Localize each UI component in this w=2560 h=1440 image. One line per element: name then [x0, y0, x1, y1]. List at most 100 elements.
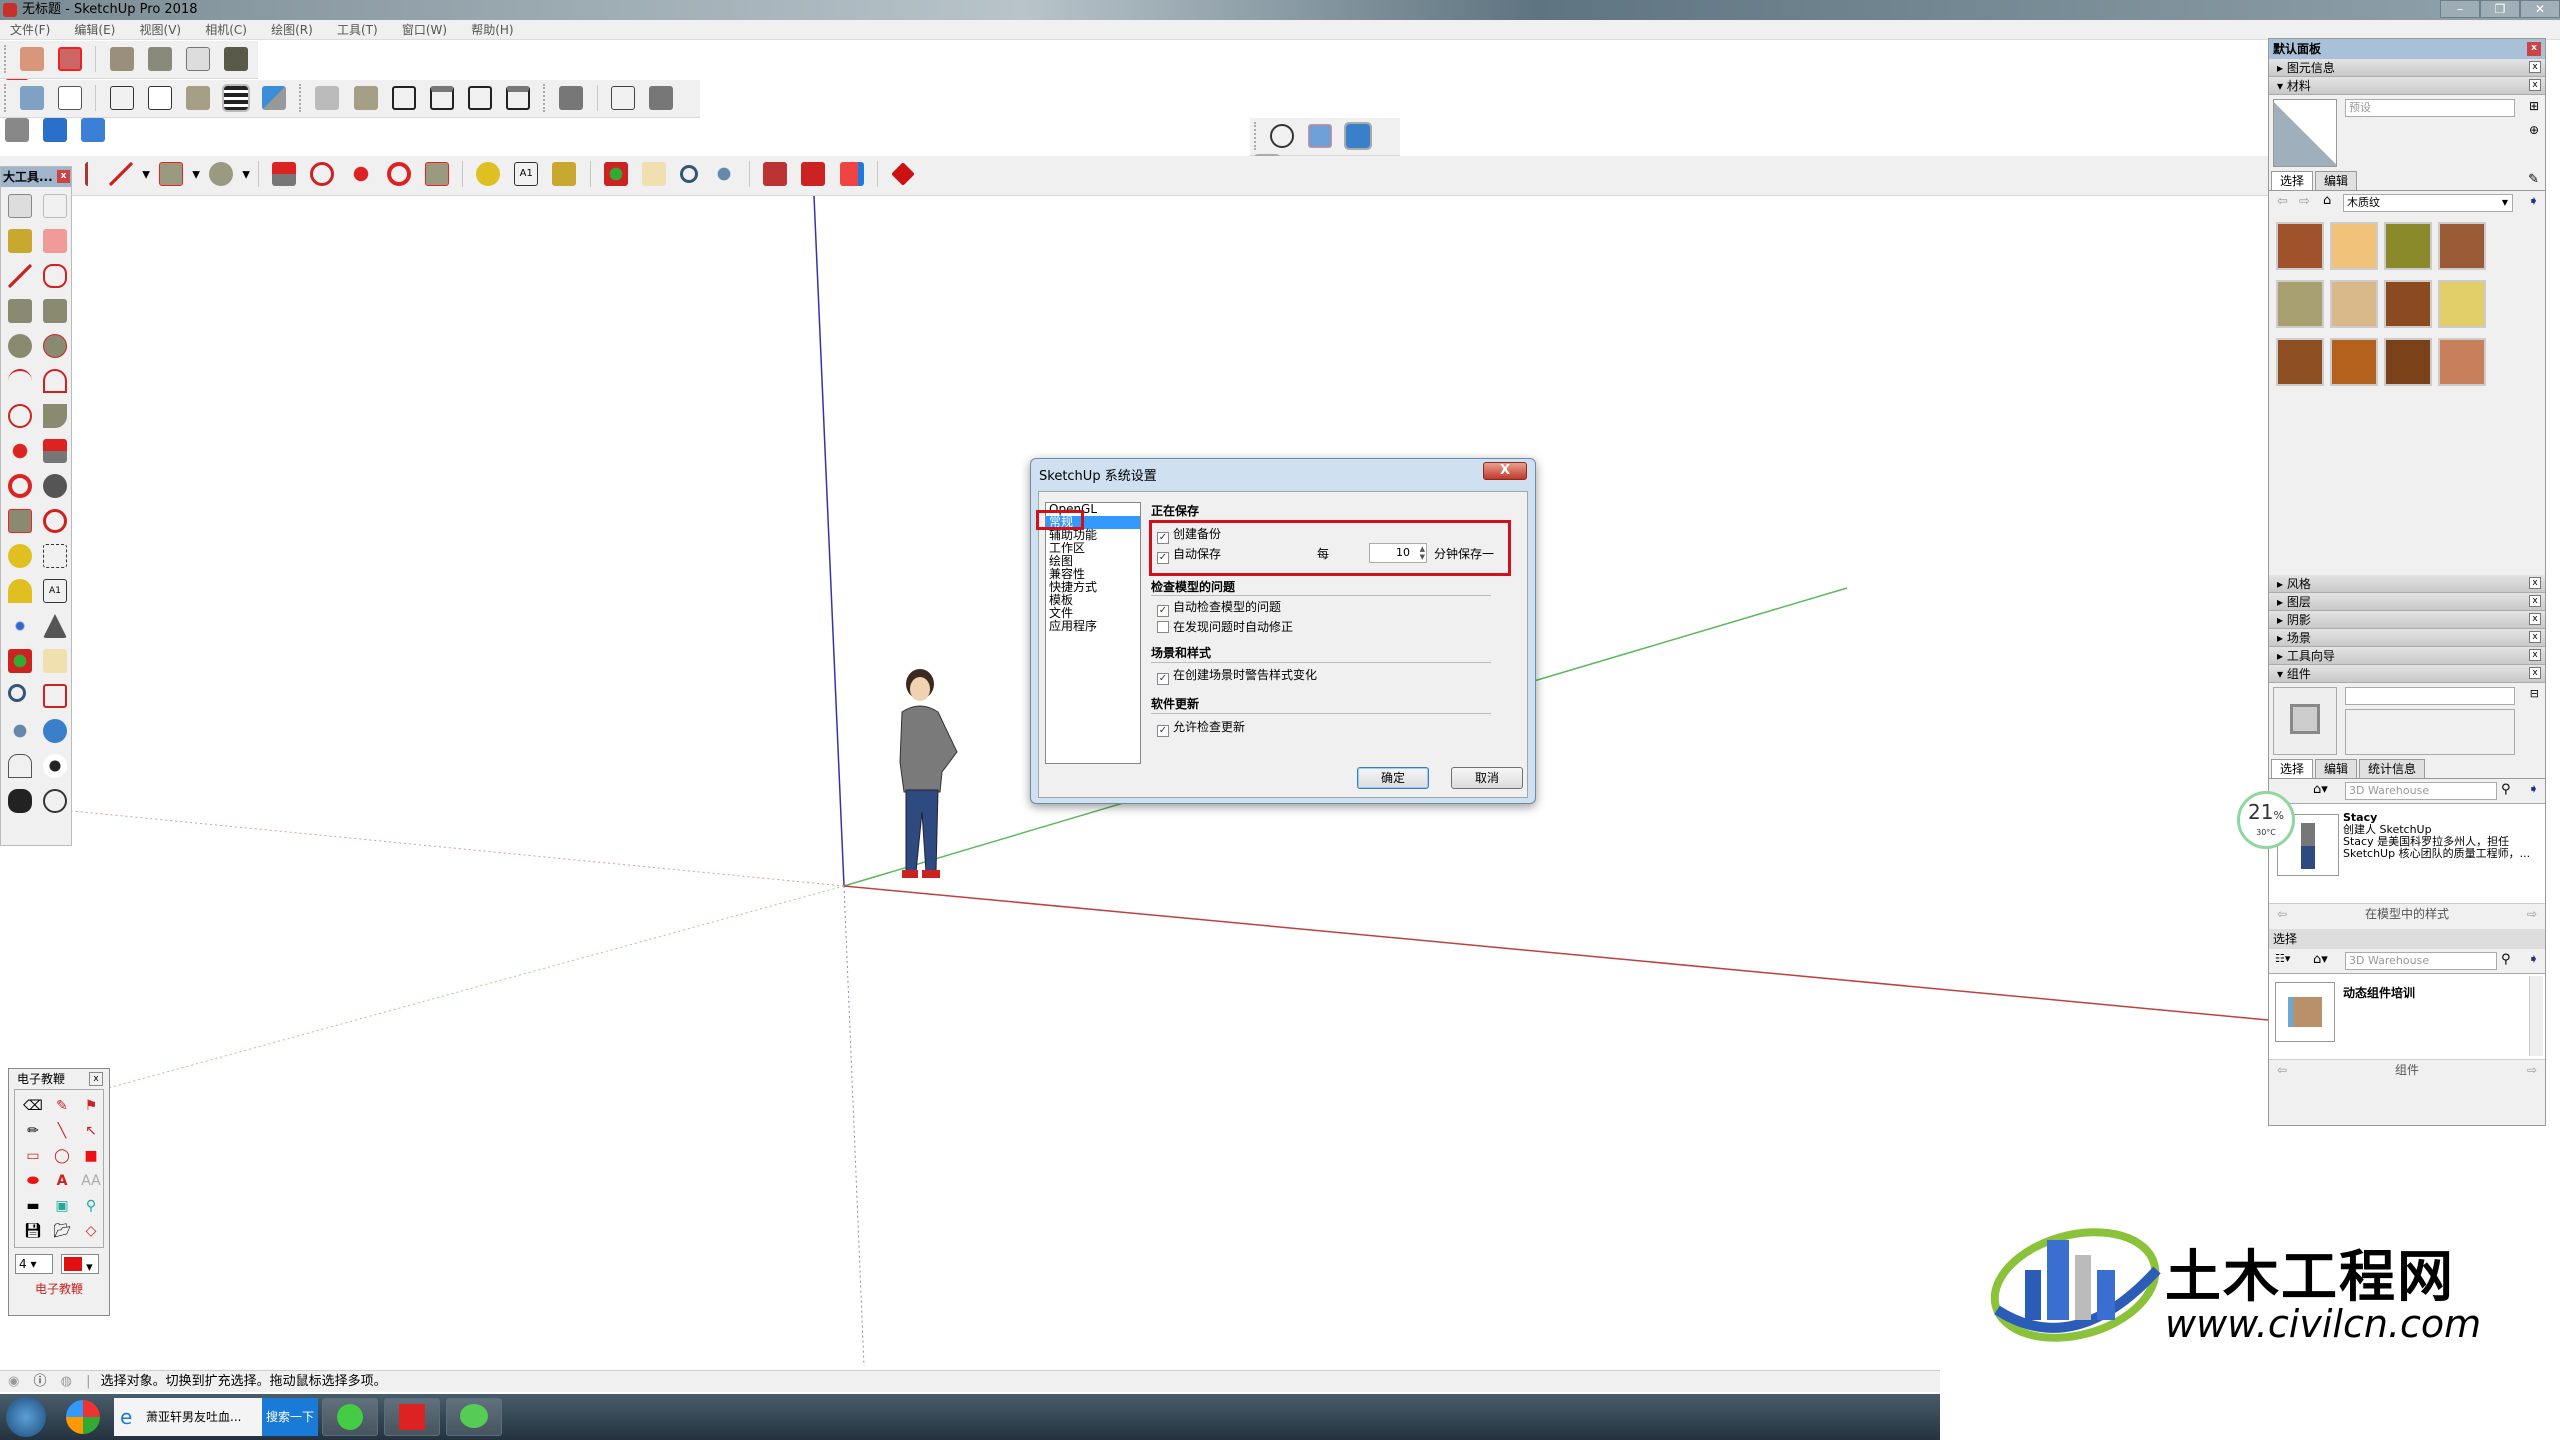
pencil-icon[interactable] — [109, 162, 134, 186]
intersect-icon[interactable] — [610, 86, 635, 110]
checkbox-box[interactable]: ✓ — [1157, 532, 1169, 544]
send-to-layout-icon[interactable] — [839, 162, 864, 186]
3d-warehouse-icon[interactable] — [763, 162, 788, 186]
home-icon[interactable]: ⌂ — [2323, 193, 2331, 208]
eyedropper-icon[interactable]: ✎ — [48, 1094, 76, 1118]
auto-fix-checkbox[interactable]: 在发现问题时自动修正 — [1157, 620, 1293, 634]
home-icon[interactable]: ⌂▾ — [2313, 782, 2328, 797]
user-icon[interactable]: ◍ — [61, 1374, 72, 1389]
panel-close-icon[interactable]: x — [2529, 577, 2541, 589]
toolbar-grip[interactable] — [1254, 122, 1257, 150]
app-360-icon[interactable] — [66, 1400, 100, 1434]
view-options-icon[interactable]: ☷▾ — [2275, 952, 2290, 965]
previous-view-icon[interactable] — [43, 719, 67, 743]
section-plane-icon[interactable] — [43, 789, 67, 813]
split-icon[interactable] — [81, 118, 106, 142]
taskbar-360-browser[interactable] — [322, 1398, 378, 1436]
create-backup-checkbox[interactable]: ✓ 创建备份 — [1157, 527, 1221, 544]
zoom-icon[interactable] — [8, 684, 26, 702]
back-edges-icon[interactable] — [58, 86, 83, 110]
eyedropper-icon[interactable]: ✎ — [2528, 172, 2539, 187]
push-pull-icon[interactable] — [43, 439, 67, 463]
panel-close-icon[interactable]: x — [2529, 79, 2541, 91]
pie-icon[interactable] — [43, 404, 67, 428]
diamond-icon[interactable]: ◇ — [77, 1219, 105, 1243]
rectangle-icon[interactable] — [8, 299, 32, 323]
hidden-line-icon[interactable] — [147, 86, 172, 110]
menu-tools[interactable]: 工具(T) — [327, 20, 388, 40]
open-folder-icon[interactable]: 📂︎ — [48, 1219, 76, 1243]
select-icon[interactable] — [8, 194, 32, 218]
smoove-icon[interactable] — [109, 47, 134, 71]
drape-icon[interactable] — [185, 47, 210, 71]
spinner-arrows-icon[interactable]: ▲ ▼ — [1420, 545, 1425, 561]
forward-arrow-icon[interactable]: ⇨ — [2527, 904, 2537, 924]
material-swatch[interactable] — [2330, 338, 2378, 386]
material-name-field[interactable]: 预设 — [2345, 99, 2515, 117]
add-detail-icon[interactable] — [223, 47, 248, 71]
ie-search-box[interactable]: e 萧亚轩男友吐血... — [114, 1398, 262, 1436]
3d-text-icon[interactable] — [43, 614, 67, 638]
search-icon[interactable]: ⚲ — [2501, 782, 2511, 797]
back-arrow-icon[interactable]: ⇦ — [2277, 194, 2288, 209]
material-swatch[interactable] — [2276, 280, 2324, 328]
right-view-icon[interactable] — [429, 86, 454, 110]
panel-scenes[interactable]: ▸ 场景 x — [2269, 629, 2545, 647]
wireframe-icon[interactable] — [109, 86, 134, 110]
two-point-arc-icon[interactable] — [43, 369, 67, 393]
freehand-icon[interactable] — [43, 264, 67, 288]
arrow-icon[interactable]: ↖ — [77, 1119, 105, 1143]
tray-close-icon[interactable]: x — [2527, 42, 2541, 56]
menu-edit[interactable]: 编辑(E) — [64, 20, 125, 40]
line-icon[interactable]: ╲ — [48, 1119, 76, 1143]
polygon-icon[interactable] — [43, 334, 67, 358]
monochrome-icon[interactable] — [262, 86, 287, 110]
left-view-icon[interactable] — [506, 86, 531, 110]
shaded-icon[interactable] — [185, 86, 210, 110]
sandbox-from-scratch-icon[interactable] — [58, 47, 83, 71]
tape-measure-icon[interactable] — [476, 162, 501, 186]
paint-bucket-icon[interactable] — [552, 162, 577, 186]
rotated-rectangle-icon[interactable] — [43, 299, 67, 323]
material-swatch[interactable] — [2438, 338, 2486, 386]
offset-icon[interactable] — [43, 509, 67, 533]
scene-warn-checkbox[interactable]: ✓ 在创建场景时警告样式变化 — [1157, 668, 1317, 685]
rotate-icon[interactable] — [386, 162, 411, 186]
menu-draw[interactable]: 绘图(R) — [261, 20, 323, 40]
checkbox-box[interactable]: ✓ — [1157, 725, 1169, 737]
details-arrow-icon[interactable]: ➧ — [2528, 952, 2539, 967]
pen-icon[interactable]: ✏ — [19, 1119, 47, 1143]
material-swatch[interactable] — [2330, 222, 2378, 270]
display-section-planes-icon[interactable] — [1308, 124, 1333, 148]
component-name-field[interactable] — [2345, 687, 2515, 705]
home-icon[interactable]: ⌂▾ — [2313, 952, 2328, 967]
menu-window[interactable]: 窗口(W) — [392, 20, 457, 40]
look-around-icon[interactable] — [43, 754, 67, 778]
eraser-icon[interactable]: ⌫ — [19, 1094, 47, 1118]
panel-close-icon[interactable]: x — [2529, 631, 2541, 643]
panel-materials[interactable]: ▾ 材料 x — [2269, 77, 2545, 95]
zoom-window-icon[interactable] — [43, 684, 67, 708]
circle-icon[interactable] — [8, 334, 32, 358]
search-icon[interactable]: ⚲ — [2501, 952, 2511, 967]
auto-check-checkbox[interactable]: ✓ 自动检查模型的问题 — [1157, 600, 1281, 617]
details-arrow-icon[interactable]: ➧ — [2528, 782, 2539, 797]
checkbox-box[interactable]: ✓ — [1157, 605, 1169, 617]
close-icon[interactable]: x — [57, 170, 70, 183]
credits-icon[interactable]: ⓘ — [33, 1374, 46, 1389]
folder-thumbnail[interactable] — [2275, 982, 2335, 1042]
cancel-button[interactable]: 取消 — [1451, 767, 1523, 789]
scale-icon[interactable] — [424, 162, 449, 186]
dialog-close-button[interactable]: X — [1483, 462, 1527, 480]
forward-arrow-icon[interactable]: ⇨ — [2527, 1060, 2537, 1080]
pencil-dropdown-icon[interactable]: ▼ — [142, 170, 150, 181]
circle-dropdown-icon[interactable]: ▼ — [242, 170, 250, 181]
top-view-icon[interactable] — [353, 86, 378, 110]
autosave-minutes-value[interactable]: 10 — [1396, 546, 1410, 559]
make-component-icon[interactable] — [43, 194, 67, 218]
auto-save-checkbox[interactable]: ✓ 自动保存 — [1157, 547, 1221, 564]
outer-shell-icon[interactable] — [559, 86, 584, 110]
zoom-extents-icon[interactable] — [8, 719, 32, 743]
zoom-extents-icon[interactable] — [712, 162, 737, 186]
stacy-figure[interactable] — [882, 662, 1002, 892]
